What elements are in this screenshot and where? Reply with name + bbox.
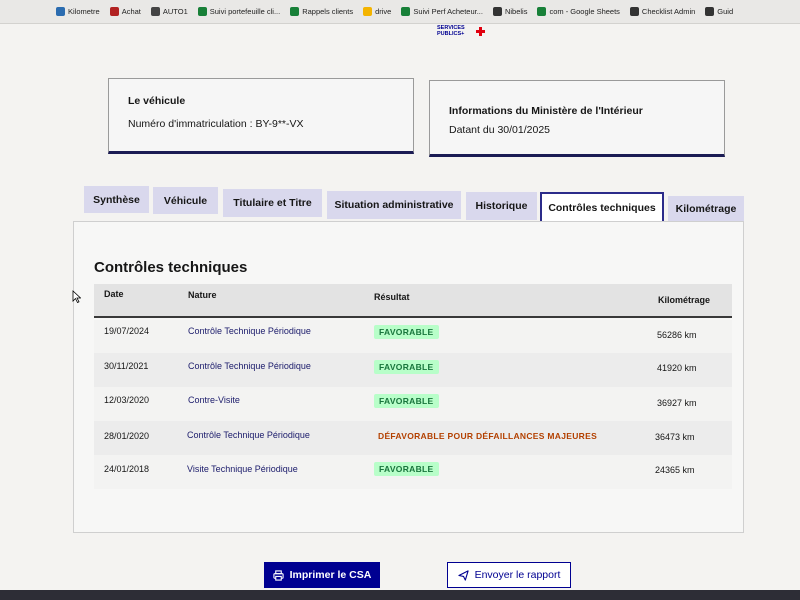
tab-vehicule[interactable]: Véhicule bbox=[153, 187, 218, 214]
row-date: 28/01/2020 bbox=[104, 431, 150, 441]
bookmark-label: drive bbox=[375, 7, 392, 16]
bookmark-label: Nibelis bbox=[504, 7, 528, 16]
row-mileage: 41920 km bbox=[657, 363, 697, 373]
row-nature: Contre-Visite bbox=[188, 395, 240, 405]
result-badge: FAVORABLE bbox=[374, 462, 439, 476]
vehicle-card-title: Le véhicule bbox=[128, 95, 186, 107]
column-header-date[interactable]: Date bbox=[104, 289, 124, 299]
bookmark-label: Checklist Admin bbox=[641, 7, 696, 16]
row-mileage: 56286 km bbox=[657, 330, 697, 340]
tab-synthese[interactable]: Synthèse bbox=[84, 186, 149, 213]
column-header-mileage[interactable]: Kilométrage bbox=[658, 295, 710, 305]
send-report-button[interactable]: Envoyer le rapport bbox=[447, 562, 571, 588]
print-csa-button[interactable]: Imprimer le CSA bbox=[264, 562, 380, 588]
vehicle-card: Le véhicule Numéro d'immatriculation : B… bbox=[108, 78, 414, 154]
row-date: 24/01/2018 bbox=[104, 464, 150, 474]
registration-number: Numéro d'immatriculation : BY-9**-VX bbox=[128, 118, 304, 130]
bookmark-icon bbox=[56, 7, 65, 16]
send-report-label: Envoyer le rapport bbox=[474, 569, 561, 581]
bookmarks-bar: Kilometre Achat AUTO1 Suivi portefeuille cl… bbox=[0, 0, 800, 24]
bookmark-item[interactable]: com - Google Sheets bbox=[537, 7, 620, 16]
bookmark-item[interactable]: Checklist Admin bbox=[629, 7, 696, 16]
ministry-card-title: Informations du Ministère de l'Intérieur bbox=[449, 105, 643, 117]
row-nature: Contrôle Technique Périodique bbox=[188, 361, 311, 371]
table-row: 28/01/2020 Contrôle Technique Périodique… bbox=[94, 421, 732, 455]
printer-icon bbox=[273, 569, 284, 581]
services-publics-logo[interactable]: SERVICES PUBLICS+ bbox=[437, 25, 487, 41]
row-date: 30/11/2021 bbox=[104, 361, 149, 371]
row-nature: Contrôle Technique Périodique bbox=[188, 326, 311, 336]
bookmark-label: com - Google Sheets bbox=[549, 7, 620, 16]
section-title: Contrôles techniques bbox=[94, 259, 248, 276]
bookmark-label: Kilometre bbox=[68, 7, 100, 16]
sheets-icon bbox=[401, 7, 411, 16]
table-row: 30/11/2021 Contrôle Technique Périodique… bbox=[94, 353, 732, 387]
tab-historique[interactable]: Historique bbox=[466, 192, 537, 220]
tab-kilometrage[interactable]: Kilométrage bbox=[668, 196, 744, 222]
row-nature: Visite Technique Périodique bbox=[187, 464, 298, 474]
sheets-icon bbox=[537, 7, 547, 16]
bookmark-label: Suivi portefeuille cli... bbox=[209, 7, 281, 16]
tab-controles-techniques[interactable]: Contrôles techniques bbox=[540, 192, 664, 222]
ministry-data-date: Datant du 30/01/2025 bbox=[449, 124, 551, 136]
print-csa-label: Imprimer le CSA bbox=[289, 569, 372, 581]
bookmark-item[interactable]: Nibelis bbox=[492, 7, 528, 16]
bookmark-label: Achat bbox=[121, 7, 141, 16]
bookmark-label: Suivi Perf Acheteur... bbox=[413, 7, 483, 16]
bookmark-icon bbox=[705, 7, 715, 16]
sheets-icon bbox=[290, 7, 300, 16]
row-nature: Contrôle Technique Périodique bbox=[187, 430, 310, 440]
tab-bar: Synthèse Véhicule Titulaire et Titre Sit… bbox=[84, 185, 744, 222]
table-header: Date Nature Résultat Kilométrage bbox=[94, 284, 732, 318]
mouse-cursor-icon bbox=[72, 290, 81, 303]
row-date: 19/07/2024 bbox=[104, 326, 150, 336]
bookmark-item[interactable]: AUTO1 bbox=[150, 7, 188, 16]
os-taskbar bbox=[0, 590, 800, 600]
result-badge: FAVORABLE bbox=[374, 325, 439, 339]
bookmark-item[interactable]: Kilometre bbox=[56, 7, 100, 16]
column-header-nature[interactable]: Nature bbox=[188, 290, 217, 300]
row-mileage: 36473 km bbox=[655, 432, 695, 442]
tab-titulaire-titre[interactable]: Titulaire et Titre bbox=[223, 189, 322, 217]
bookmark-label: Guid bbox=[717, 7, 734, 16]
row-mileage: 24365 km bbox=[655, 465, 695, 475]
bookmark-icon bbox=[109, 7, 119, 16]
result-badge: DÉFAVORABLE POUR DÉFAILLANCES MAJEURES bbox=[378, 431, 598, 441]
result-badge: FAVORABLE bbox=[374, 360, 439, 374]
plus-cross-icon bbox=[476, 27, 485, 36]
result-badge: FAVORABLE bbox=[374, 394, 439, 408]
column-header-result[interactable]: Résultat bbox=[374, 292, 410, 302]
table-row: 24/01/2018 Visite Technique Périodique F… bbox=[94, 455, 732, 489]
row-date: 12/03/2020 bbox=[104, 395, 150, 405]
bookmark-item[interactable]: Guid bbox=[705, 7, 733, 16]
tab-situation-administrative[interactable]: Situation administrative bbox=[327, 191, 461, 219]
sheets-icon bbox=[197, 7, 207, 16]
table-row: 12/03/2020 Contre-Visite FAVORABLE 36927… bbox=[94, 387, 732, 421]
bookmark-item[interactable]: Suivi portefeuille cli... bbox=[197, 7, 281, 16]
bookmark-item[interactable]: Rappels clients bbox=[290, 7, 353, 16]
bookmark-label: AUTO1 bbox=[162, 7, 188, 16]
bookmark-item[interactable]: drive bbox=[363, 7, 391, 16]
table-row: 19/07/2024 Contrôle Technique Périodique… bbox=[94, 320, 732, 354]
send-icon bbox=[457, 569, 469, 581]
bookmark-item[interactable]: Suivi Perf Acheteur... bbox=[401, 7, 483, 16]
ministry-info-card: Informations du Ministère de l'Intérieur… bbox=[429, 80, 725, 157]
row-mileage: 36927 km bbox=[657, 398, 697, 408]
drive-icon bbox=[363, 7, 373, 16]
bookmark-icon bbox=[150, 7, 160, 16]
bookmark-item[interactable]: Achat bbox=[109, 7, 141, 16]
nibelis-icon bbox=[492, 7, 502, 16]
bookmark-label: Rappels clients bbox=[302, 7, 354, 16]
bookmark-icon bbox=[629, 7, 639, 16]
